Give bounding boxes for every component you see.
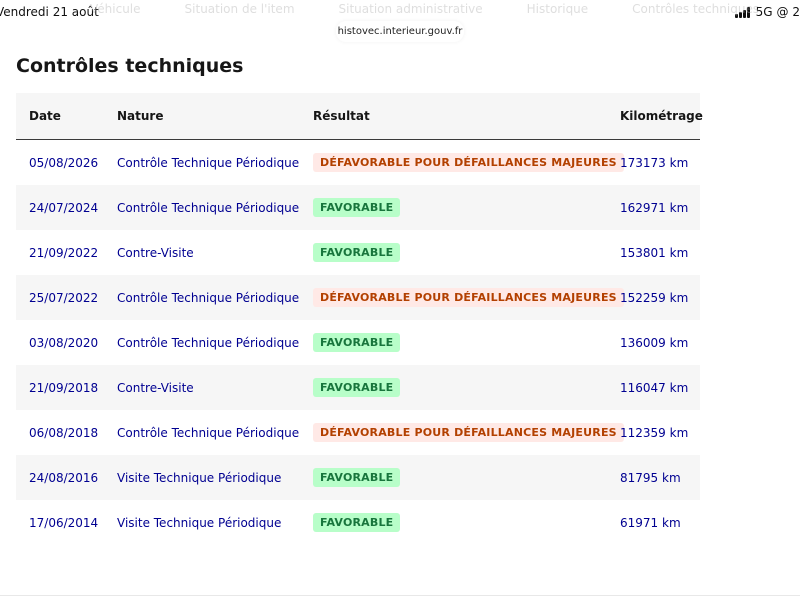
favorable-badge: FAVORABLE [313,243,401,262]
column-header-result: Résultat [300,93,607,140]
faded-tab[interactable]: Situation de l'item [185,2,295,16]
cell-result: FAVORABLE [300,365,607,410]
table-header-row: Date Nature Résultat Kilométrage [16,93,703,140]
faded-tab[interactable]: Véhicule [90,2,141,16]
cell-date: 25/07/2022 [16,275,104,320]
url-text: histovec.interieur.gouv.fr [337,26,463,37]
cell-nature: Contrôle Technique Périodique [104,185,300,230]
defavorable-badge: DÉFAVORABLE POUR DÉFAILLANCES MAJEURES [313,288,624,307]
cell-mileage: 152259 km [607,275,700,320]
favorable-badge: FAVORABLE [313,378,401,397]
column-header-date: Date [16,93,104,140]
cell-result: FAVORABLE [300,320,607,365]
cell-date: 05/08/2026 [16,139,104,185]
favorable-badge: FAVORABLE [313,468,401,487]
cell-date: 24/08/2016 [16,455,104,500]
cell-date: 03/08/2020 [16,320,104,365]
cell-mileage: 116047 km [607,365,700,410]
table-row: 24/07/2024 Contrôle Technique Périodique F… [16,185,700,230]
cell-mileage: 173173 km [607,139,700,185]
cell-date: 06/08/2018 [16,410,104,455]
cell-result: FAVORABLE [300,230,607,275]
cell-mileage: 61971 km [607,500,700,545]
cell-nature: Visite Technique Périodique [104,500,300,545]
cell-result: DÉFAVORABLE POUR DÉFAILLANCES MAJEURES [300,275,624,320]
cell-mileage: 136009 km [607,320,700,365]
cell-nature: Contrôle Technique Périodique [104,320,300,365]
cell-nature: Contre-Visite [104,365,300,410]
table-row: 21/09/2022 Contre-Visite FAVORABLE 153801 k… [16,230,700,275]
inspections-table: Date Nature Résultat Kilométrage 05/08/2… [16,93,703,545]
column-header-km: Kilométrage [607,93,703,140]
faded-tab[interactable]: Situation administrative [339,2,483,16]
cell-result: FAVORABLE [300,455,607,500]
cell-result: DÉFAVORABLE POUR DÉFAILLANCES MAJEURES [300,410,624,455]
table-row: 24/08/2016 Visite Technique Périodique FAV… [16,455,700,500]
cell-mileage: 162971 km [607,185,700,230]
cell-nature: Contrôle Technique Périodique [104,410,300,455]
cell-date: 21/09/2022 [16,230,104,275]
favorable-badge: FAVORABLE [313,333,401,352]
table-row: 21/09/2018 Contre-Visite FAVORABLE 116047 k… [16,365,700,410]
column-header-nature: Nature [104,93,300,140]
favorable-badge: FAVORABLE [313,513,401,532]
table-body: 05/08/2026 Contrôle Technique Périodique D… [16,139,700,545]
cell-mileage: 112359 km [607,410,700,455]
cell-nature: Visite Technique Périodique [104,455,300,500]
cell-result: FAVORABLE [300,500,607,545]
inspections-table-container: Date Nature Résultat Kilométrage 05/08/2… [16,93,703,545]
defavorable-badge: DÉFAVORABLE POUR DÉFAILLANCES MAJEURES [313,423,624,442]
favorable-badge: FAVORABLE [313,198,401,217]
cell-result: FAVORABLE [300,185,607,230]
bottom-divider [0,595,800,596]
faded-tab[interactable]: Historique [527,2,589,16]
table-row: 05/08/2026 Contrôle Technique Périodique D… [16,139,700,185]
table-row: 25/07/2022 Contrôle Technique Périodique D… [16,275,700,320]
cell-result: DÉFAVORABLE POUR DÉFAILLANCES MAJEURES [300,139,624,185]
cell-nature: Contrôle Technique Périodique [104,275,300,320]
cell-mileage: 81795 km [607,455,700,500]
table-row: 06/08/2018 Contrôle Technique Périodique D… [16,410,700,455]
faded-page-tabs: Véhicule Situation de l'item Situation a… [90,2,759,16]
status-date: Vendredi 21 août [0,5,99,19]
cell-date: 24/07/2024 [16,185,104,230]
defavorable-badge: DÉFAVORABLE POUR DÉFAILLANCES MAJEURES [313,153,624,172]
table-row: 03/08/2020 Contrôle Technique Périodique F… [16,320,700,365]
cell-nature: Contrôle Technique Périodique [104,139,300,185]
faded-tab[interactable]: Contrôles techniques [632,2,759,16]
table-row: 17/06/2014 Visite Technique Périodique FAV… [16,500,700,545]
cell-date: 21/09/2018 [16,365,104,410]
cell-date: 17/06/2014 [16,500,104,545]
cell-nature: Contre-Visite [104,230,300,275]
page-title: Contrôles techniques [16,55,244,77]
cell-mileage: 153801 km [607,230,700,275]
address-bar[interactable]: histovec.interieur.gouv.fr [336,21,464,42]
status-extra: @ 2 [776,5,800,19]
